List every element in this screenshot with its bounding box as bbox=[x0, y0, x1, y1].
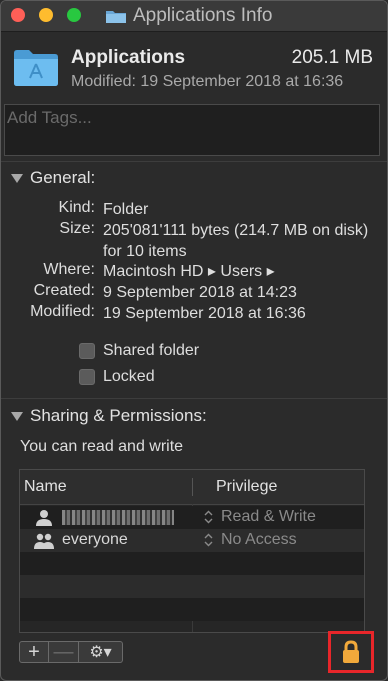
disclosure-triangle-icon[interactable] bbox=[11, 411, 23, 421]
action-menu-button[interactable]: ⚙▾ bbox=[79, 641, 123, 663]
item-name: Applications bbox=[71, 47, 186, 68]
kind-value: Folder bbox=[103, 201, 149, 218]
created-value: 9 September 2018 at 14:23 bbox=[103, 284, 297, 301]
table-row[interactable]: Read & Write bbox=[20, 506, 364, 529]
item-size: 205.1 MB bbox=[291, 47, 373, 68]
locked-checkbox-row[interactable]: Locked bbox=[79, 368, 155, 386]
locked-label: Locked bbox=[103, 368, 155, 385]
window-title-group: Applications Info bbox=[105, 5, 272, 27]
locked-checkbox[interactable] bbox=[79, 369, 95, 385]
table-row bbox=[20, 552, 364, 575]
shared-folder-checkbox[interactable] bbox=[79, 343, 95, 359]
window-title: Applications Info bbox=[133, 5, 273, 26]
user-name: everyone bbox=[62, 531, 128, 548]
where-value: Macintosh HD ▸ Users ▸ bbox=[103, 263, 275, 280]
created-label: Created: bbox=[33, 282, 95, 299]
zoom-button[interactable] bbox=[67, 8, 81, 22]
column-divider bbox=[192, 478, 193, 496]
table-row[interactable]: everyone No Access bbox=[20, 529, 364, 552]
column-header-name[interactable]: Name bbox=[24, 478, 67, 496]
group-icon bbox=[34, 533, 54, 549]
tags-field[interactable]: Add Tags... bbox=[4, 104, 380, 156]
redacted-user-name bbox=[62, 510, 174, 525]
size-value: 205'081'111 bytes (214.7 MB on disk) for… bbox=[103, 222, 369, 260]
table-header: Name Privilege bbox=[20, 470, 364, 505]
table-row bbox=[20, 598, 364, 621]
lock-highlight[interactable] bbox=[328, 631, 374, 673]
add-user-button[interactable]: + bbox=[19, 641, 49, 663]
permissions-toolbar: + — ⚙▾ bbox=[19, 641, 123, 665]
table-row bbox=[20, 575, 364, 598]
sharing-section-title: Sharing & Permissions: bbox=[30, 406, 207, 425]
size-label: Size: bbox=[59, 220, 95, 237]
shared-folder-label: Shared folder bbox=[103, 342, 200, 359]
general-section-header[interactable]: General: bbox=[11, 168, 95, 188]
column-header-privilege[interactable]: Privilege bbox=[216, 478, 277, 496]
info-window: Applications Info Applications 205.1 MB … bbox=[0, 0, 388, 681]
close-button[interactable] bbox=[11, 8, 25, 22]
minimize-button[interactable] bbox=[39, 8, 53, 22]
lock-icon[interactable] bbox=[341, 640, 361, 664]
permissions-table[interactable]: Name Privilege Read & Write everyone No … bbox=[19, 469, 365, 633]
divider bbox=[1, 161, 387, 162]
user-icon bbox=[36, 510, 52, 526]
applications-folder-icon bbox=[14, 50, 58, 86]
title-bar[interactable]: Applications Info bbox=[1, 1, 387, 32]
where-label: Where: bbox=[43, 261, 95, 278]
privilege-select[interactable]: No Access bbox=[204, 531, 297, 549]
divider bbox=[1, 398, 387, 399]
general-section-title: General: bbox=[30, 168, 96, 187]
privilege-select[interactable]: Read & Write bbox=[204, 508, 316, 526]
privilege-value: Read & Write bbox=[221, 508, 316, 525]
item-modified: Modified: 19 September 2018 at 16:36 bbox=[71, 73, 344, 90]
privilege-value: No Access bbox=[221, 531, 297, 548]
info-header: Applications 205.1 MB Modified: 19 Septe… bbox=[1, 45, 387, 95]
modified-value: 19 September 2018 at 16:36 bbox=[103, 305, 306, 322]
shared-folder-checkbox-row[interactable]: Shared folder bbox=[79, 342, 199, 360]
modified-label: Modified: bbox=[30, 303, 95, 320]
disclosure-triangle-icon[interactable] bbox=[11, 173, 23, 183]
stepper-icon bbox=[204, 533, 213, 547]
access-summary: You can read and write bbox=[20, 438, 184, 455]
kind-label: Kind: bbox=[58, 199, 95, 216]
remove-user-button[interactable]: — bbox=[49, 641, 79, 663]
folder-icon bbox=[106, 11, 126, 23]
stepper-icon bbox=[204, 510, 213, 524]
sharing-section-header[interactable]: Sharing & Permissions: bbox=[11, 406, 207, 426]
